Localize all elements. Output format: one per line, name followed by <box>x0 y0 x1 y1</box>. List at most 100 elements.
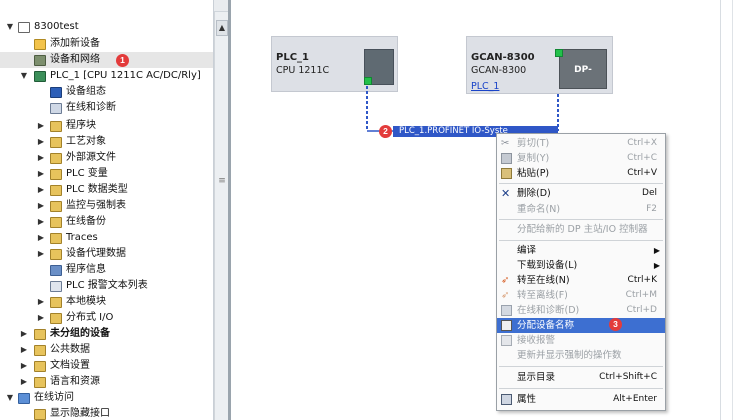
tree-item-program-blocks[interactable]: ▶ 程序块 <box>0 118 213 134</box>
tree-item-online-access[interactable]: ▼ 在线访问 <box>0 390 213 406</box>
tree-item-ungrouped-devices[interactable]: ▶ 未分组的设备 <box>0 326 213 342</box>
tree-item-local-modules[interactable]: ▶ 本地模块 <box>0 294 213 310</box>
expand-arrow-icon[interactable]: ▶ <box>36 198 46 214</box>
tree-item-common-data[interactable]: ▶ 公共数据 <box>0 342 213 358</box>
tree-item-project[interactable]: ▼ 8300test <box>0 19 213 35</box>
tree-item-show-hidden[interactable]: 显示隐藏接口 <box>0 406 213 420</box>
alarm-icon <box>501 335 512 346</box>
alarm-text-icon <box>50 281 62 292</box>
menu-item-properties[interactable]: 属性 Alt+Enter <box>497 392 665 407</box>
menu-item-update-forced[interactable]: 更新并显示强制的操作数 <box>497 348 665 363</box>
go-online-icon: ➶ <box>501 275 510 286</box>
online-diagnostics-icon <box>50 103 62 114</box>
menu-item-receive-alarms[interactable]: 接收报警 <box>497 333 665 348</box>
expand-arrow-icon[interactable]: ▶ <box>36 214 46 230</box>
folder-icon <box>34 409 46 420</box>
menu-item-cut[interactable]: ✂ 剪切(T) Ctrl+X <box>497 136 665 151</box>
menu-item-online-diagnostics[interactable]: 在线和诊断(D) Ctrl+D <box>497 303 665 318</box>
folder-icon <box>34 329 46 340</box>
expand-arrow-icon[interactable]: ▶ <box>36 182 46 198</box>
device-config-icon <box>50 87 62 98</box>
expand-arrow-icon[interactable]: ▶ <box>36 294 46 310</box>
tree-item-online-diagnostics[interactable]: 在线和诊断 <box>0 100 213 116</box>
tree-item-watch-force-tables[interactable]: ▶ 监控与强制表 <box>0 198 213 214</box>
tree-item-languages-resources[interactable]: ▶ 语言和资源 <box>0 374 213 390</box>
expand-arrow-icon[interactable]: ▼ <box>5 390 15 406</box>
go-offline-icon: ➶ <box>501 290 510 301</box>
tree-item-add-device[interactable]: 添加新设备 <box>0 36 213 52</box>
tree-item-online-backups[interactable]: ▶ 在线备份 <box>0 214 213 230</box>
folder-icon <box>50 153 62 164</box>
folder-icon <box>50 185 62 196</box>
tree-item-distributed-io[interactable]: ▶ 分布式 I/O <box>0 310 213 326</box>
submenu-arrow-icon: ▶ <box>653 261 660 270</box>
scroll-up-icon[interactable]: ▲ <box>216 20 228 36</box>
copy-icon <box>501 153 512 164</box>
expand-arrow-icon[interactable]: ▼ <box>19 68 29 84</box>
menu-item-assign-device-name[interactable]: 分配设备名称 <box>497 318 665 333</box>
menu-separator <box>499 219 663 220</box>
expand-arrow-icon[interactable]: ▶ <box>19 374 29 390</box>
menu-item-compile[interactable]: 编译 ▶ <box>497 243 665 258</box>
context-menu: ✂ 剪切(T) Ctrl+X 复制(Y) Ctrl+C 粘贴(P) Ctrl+V… <box>496 133 666 411</box>
properties-icon <box>501 394 512 405</box>
expand-arrow-icon[interactable]: ▶ <box>19 342 29 358</box>
scissors-icon: ✂ <box>501 138 510 149</box>
menu-separator <box>499 388 663 389</box>
submenu-arrow-icon: ▶ <box>653 246 660 255</box>
scroll-grip-icon[interactable]: ≡ <box>217 176 227 186</box>
tree-item-plc-data-types[interactable]: ▶ PLC 数据类型 <box>0 182 213 198</box>
expand-arrow-icon[interactable]: ▶ <box>36 150 46 166</box>
tree-scrollbar[interactable]: ▲ ≡ <box>214 12 228 420</box>
tree-item-doc-settings[interactable]: ▶ 文档设置 <box>0 358 213 374</box>
folder-icon <box>50 121 62 132</box>
menu-item-paste[interactable]: 粘贴(P) Ctrl+V <box>497 166 665 181</box>
expand-arrow-icon[interactable]: ▶ <box>19 358 29 374</box>
menu-item-go-offline[interactable]: ➶ 转至离线(F) Ctrl+M <box>497 288 665 303</box>
step-marker-1: 1 <box>116 54 129 67</box>
plc-icon <box>34 71 46 82</box>
menu-separator <box>499 240 663 241</box>
project-tree: ▼ 8300test 添加新设备 设备和网络 ▼ PLC_1 [CPU 1211… <box>0 0 214 420</box>
folder-icon <box>50 137 62 148</box>
project-icon <box>18 22 30 33</box>
tree-item-traces[interactable]: ▶ Traces <box>0 230 213 246</box>
menu-separator <box>499 366 663 367</box>
folder-icon <box>50 313 62 324</box>
menu-item-assign-dp-master[interactable]: 分配给新的 DP 主站/IO 控制器 <box>497 222 665 237</box>
expand-arrow-icon[interactable]: ▶ <box>36 230 46 246</box>
program-info-icon <box>50 265 62 276</box>
menu-item-rename[interactable]: 重命名(N) F2 <box>497 202 665 217</box>
devices-networks-icon <box>34 55 46 66</box>
paste-icon <box>501 168 512 179</box>
add-device-icon <box>34 39 46 50</box>
right-panel <box>722 0 756 420</box>
menu-item-download[interactable]: 下载到设备(L) ▶ <box>497 258 665 273</box>
expand-arrow-icon[interactable]: ▼ <box>5 19 15 35</box>
tree-item-external-sources[interactable]: ▶ 外部源文件 <box>0 150 213 166</box>
device-name-icon <box>501 320 512 331</box>
tree-item-alarm-texts[interactable]: PLC 报警文本列表 <box>0 278 213 294</box>
tree-item-devices-networks[interactable]: 设备和网络 <box>0 52 213 68</box>
folder-icon <box>50 233 62 244</box>
tree-item-plc1[interactable]: ▼ PLC_1 [CPU 1211C AC/DC/Rly] <box>0 68 213 84</box>
menu-item-go-online[interactable]: ➶ 转至在线(N) Ctrl+K <box>497 273 665 288</box>
tree-item-device-proxy[interactable]: ▶ 设备代理数据 <box>0 246 213 262</box>
menu-item-copy[interactable]: 复制(Y) Ctrl+C <box>497 151 665 166</box>
expand-arrow-icon[interactable]: ▶ <box>36 118 46 134</box>
tree-item-tech-objects[interactable]: ▶ 工艺对象 <box>0 134 213 150</box>
step-marker-2: 2 <box>379 125 392 138</box>
delete-icon: ✕ <box>501 187 511 200</box>
tree-item-device-config[interactable]: 设备组态 <box>0 84 213 100</box>
folder-icon <box>50 201 62 212</box>
expand-arrow-icon[interactable]: ▶ <box>36 246 46 262</box>
expand-arrow-icon[interactable]: ▶ <box>36 310 46 326</box>
tree-item-program-info[interactable]: 程序信息 <box>0 262 213 278</box>
menu-item-delete[interactable]: ✕ 删除(D) Del <box>497 186 665 201</box>
tree-item-plc-tags[interactable]: ▶ PLC 变量 <box>0 166 213 182</box>
step-marker-3: 3 <box>609 318 622 331</box>
expand-arrow-icon[interactable]: ▶ <box>19 326 29 342</box>
expand-arrow-icon[interactable]: ▶ <box>36 166 46 182</box>
menu-item-show-catalog[interactable]: 显示目录 Ctrl+Shift+C <box>497 370 665 385</box>
expand-arrow-icon[interactable]: ▶ <box>36 134 46 150</box>
